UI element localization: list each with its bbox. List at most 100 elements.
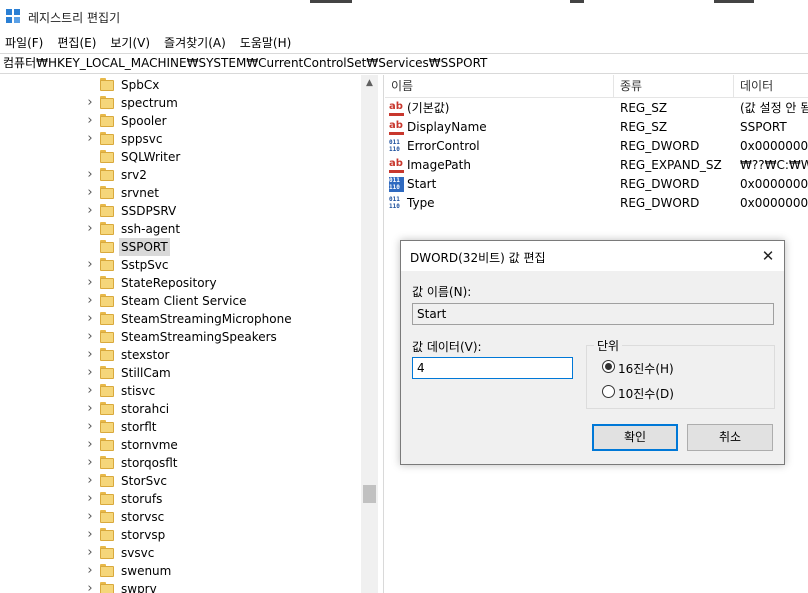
value-row[interactable]: 011110Start REG_DWORD 0x00000002 (2): [385, 175, 808, 194]
chevron-right-icon[interactable]: ›: [85, 456, 95, 469]
tree-item[interactable]: › stisvc: [0, 382, 360, 400]
tree-item[interactable]: › storvsc: [0, 508, 360, 526]
string-value-icon: ab: [389, 101, 404, 116]
chevron-right-icon[interactable]: ›: [85, 330, 95, 343]
tree-item-label: Spooler: [121, 114, 167, 128]
tree-item[interactable]: › stexstor: [0, 346, 360, 364]
tree-item[interactable]: › srvnet: [0, 184, 360, 202]
tree-item[interactable]: SpbCx: [0, 76, 360, 94]
tree-item[interactable]: › StillCam: [0, 364, 360, 382]
folder-icon: [100, 150, 114, 163]
tree-item[interactable]: › StateRepository: [0, 274, 360, 292]
tree-item[interactable]: SSPORT: [0, 238, 360, 256]
chevron-right-icon[interactable]: ›: [85, 186, 95, 199]
tree-item[interactable]: › spectrum: [0, 94, 360, 112]
folder-icon: [100, 564, 114, 577]
chevron-right-icon[interactable]: ›: [85, 312, 95, 325]
tree-item[interactable]: › storufs: [0, 490, 360, 508]
value-name-field: Start: [412, 303, 774, 325]
value-row[interactable]: 011110 Type REG_DWORD 0x00000001 (1): [385, 194, 808, 213]
address-bar[interactable]: 컴퓨터₩HKEY_LOCAL_MACHINE₩SYSTEM₩CurrentCon…: [0, 53, 808, 74]
key-tree[interactable]: SpbCx › spectrum › Spooler › sppsvc SQLWriter › s…: [0, 75, 378, 593]
tree-item[interactable]: › StorSvc: [0, 472, 360, 490]
value-name: ImagePath: [407, 158, 471, 172]
dec-radio-label[interactable]: 10진수(D): [618, 385, 674, 402]
tree-item[interactable]: › storvsp: [0, 526, 360, 544]
tree-item[interactable]: › Steam Client Service: [0, 292, 360, 310]
pane-splitter[interactable]: [378, 75, 384, 593]
chevron-right-icon[interactable]: ›: [85, 222, 95, 235]
chevron-right-icon[interactable]: ›: [85, 294, 95, 307]
chevron-right-icon[interactable]: ›: [85, 546, 95, 559]
chevron-right-icon[interactable]: ›: [85, 402, 95, 415]
tree-item[interactable]: › SteamStreamingMicrophone: [0, 310, 360, 328]
value-type: REG_DWORD: [620, 177, 700, 191]
column-data[interactable]: 데이터: [734, 75, 808, 98]
chevron-right-icon[interactable]: ›: [85, 96, 95, 109]
chevron-right-icon[interactable]: ›: [85, 348, 95, 361]
chevron-right-icon[interactable]: ›: [85, 384, 95, 397]
menu-edit[interactable]: 편집(E): [57, 33, 96, 53]
folder-icon: [100, 78, 114, 91]
chevron-right-icon[interactable]: ›: [85, 582, 95, 593]
tree-item[interactable]: › storahci: [0, 400, 360, 418]
hex-radio-label[interactable]: 16진수(H): [618, 360, 674, 377]
tree-item[interactable]: › sppsvc: [0, 130, 360, 148]
chevron-right-icon[interactable]: ›: [85, 474, 95, 487]
chevron-right-icon[interactable]: ›: [85, 420, 95, 433]
scroll-up-icon[interactable]: ▲: [361, 75, 378, 92]
value-data-input[interactable]: 4: [412, 357, 573, 379]
tree-item[interactable]: › storqosflt: [0, 454, 360, 472]
scrollbar-thumb[interactable]: [363, 485, 376, 503]
chevron-right-icon[interactable]: ›: [85, 114, 95, 127]
chevron-right-icon[interactable]: ›: [85, 528, 95, 541]
tree-item[interactable]: › SteamStreamingSpeakers: [0, 328, 360, 346]
hex-radio[interactable]: [602, 360, 615, 373]
menu-favorites[interactable]: 즐겨찾기(A): [164, 33, 226, 53]
tree-item[interactable]: › storflt: [0, 418, 360, 436]
tree-item[interactable]: › Spooler: [0, 112, 360, 130]
tree-item[interactable]: › svsvc: [0, 544, 360, 562]
value-row[interactable]: ab DisplayName REG_SZ SSPORT: [385, 118, 808, 137]
value-row[interactable]: abImagePath REG_EXPAND_SZ ₩??₩C:₩Windows: [385, 156, 808, 175]
tree-item[interactable]: › SSDPSRV: [0, 202, 360, 220]
chevron-right-icon[interactable]: ›: [85, 564, 95, 577]
tree-item[interactable]: › SstpSvc: [0, 256, 360, 274]
value-row[interactable]: 011110 ErrorControl REG_DWORD 0x00000001 (1…: [385, 137, 808, 156]
chevron-right-icon[interactable]: ›: [85, 258, 95, 271]
menu-help[interactable]: 도움말(H): [240, 33, 292, 53]
dialog-title: DWORD(32비트) 값 편집: [410, 251, 546, 265]
chevron-right-icon[interactable]: ›: [85, 492, 95, 505]
binary-value-icon: 011 110: [389, 139, 400, 153]
tree-scrollbar[interactable]: ▲: [361, 75, 378, 593]
tree-item[interactable]: SQLWriter: [0, 148, 360, 166]
chevron-right-icon[interactable]: ›: [85, 510, 95, 523]
cancel-button[interactable]: 취소: [687, 424, 773, 451]
tree-item[interactable]: › srv2: [0, 166, 360, 184]
tree-item-label: SteamStreamingMicrophone: [121, 312, 292, 326]
chevron-right-icon[interactable]: ›: [85, 168, 95, 181]
ok-button[interactable]: 확인: [592, 424, 678, 451]
folder-icon: [100, 114, 114, 127]
window-controls-hint: [310, 0, 352, 3]
chevron-right-icon[interactable]: ›: [85, 438, 95, 451]
tree-item[interactable]: › stornvme: [0, 436, 360, 454]
tree-item[interactable]: › swprv: [0, 580, 360, 593]
chevron-right-icon[interactable]: ›: [85, 366, 95, 379]
tree-item[interactable]: › swenum: [0, 562, 360, 580]
dec-radio[interactable]: [602, 385, 615, 398]
chevron-right-icon[interactable]: ›: [85, 132, 95, 145]
tree-item[interactable]: › ssh-agent: [0, 220, 360, 238]
folder-icon: [100, 438, 114, 451]
close-icon[interactable]: ✕: [757, 245, 779, 267]
folder-icon: [100, 546, 114, 559]
menu-file[interactable]: 파일(F): [5, 33, 43, 53]
value-row[interactable]: ab(기본값) REG_SZ (값 설정 안 됨): [385, 99, 808, 118]
chevron-right-icon[interactable]: ›: [85, 276, 95, 289]
column-type[interactable]: 종류: [614, 75, 734, 98]
tree-item-label: sppsvc: [121, 132, 163, 146]
menu-view[interactable]: 보기(V): [110, 33, 150, 53]
column-name[interactable]: 이름: [385, 75, 614, 98]
folder-icon: [100, 582, 114, 593]
chevron-right-icon[interactable]: ›: [85, 204, 95, 217]
